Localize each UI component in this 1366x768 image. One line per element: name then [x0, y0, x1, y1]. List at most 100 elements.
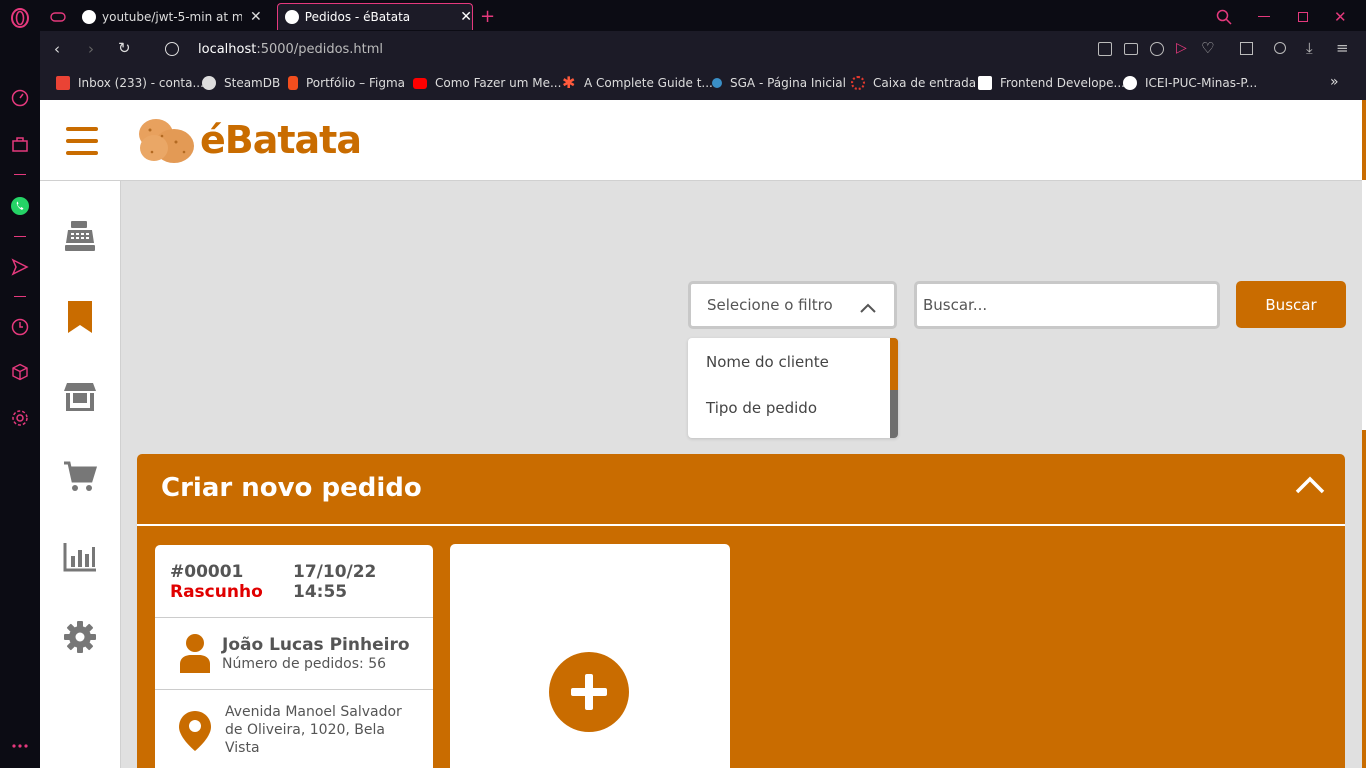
forward-icon[interactable]: ›: [88, 40, 94, 58]
bookmark-sga[interactable]: SGA - Página Inicial: [712, 76, 846, 90]
more-bookmarks-button[interactable]: »: [1330, 74, 1339, 90]
sidebar-divider: [14, 296, 26, 297]
bookmark-frontend[interactable]: Frontend Develope...: [978, 76, 1125, 90]
youtube-icon: [413, 77, 427, 89]
bookmark-label: SteamDB: [224, 76, 281, 90]
tab-title: youtube/jwt-5-min at mast: [102, 9, 242, 24]
filter-select[interactable]: Selecione o filtro: [688, 281, 897, 329]
filter-select-label: Selecione o filtro: [707, 296, 833, 314]
search-input[interactable]: [914, 281, 1220, 329]
cube-icon[interactable]: [1240, 42, 1253, 55]
potato-logo-icon: [136, 114, 196, 170]
bookmark-gmail[interactable]: Inbox (233) - conta...: [56, 76, 204, 90]
address-bar: ‹ › ↻ localhost:5000/pedidos.html ▷ ♡ ⤓ …: [40, 31, 1366, 69]
close-icon[interactable]: ✕: [460, 9, 472, 25]
mail-ring-icon: [851, 76, 865, 90]
bookmark-github[interactable]: ICEI-PUC-Minas-P...: [1123, 76, 1257, 90]
sidebar-divider: [14, 236, 26, 237]
tab-pedidos[interactable]: Pedidos - éBatata ✕: [277, 3, 473, 30]
order-date: 17/10/22: [293, 562, 377, 582]
panel-title: Criar novo pedido: [161, 473, 422, 503]
tab-title: Pedidos - éBatata: [304, 10, 411, 24]
dropdown-scroll-thumb[interactable]: [890, 338, 898, 390]
gear-icon[interactable]: [62, 619, 98, 655]
gmail-icon: [56, 76, 70, 90]
steamdb-icon: [202, 76, 216, 90]
bookmark-label: Portfólio – Figma: [306, 76, 406, 90]
back-icon[interactable]: ‹: [54, 40, 60, 58]
bookmark-icon[interactable]: [62, 299, 98, 335]
github-icon: [82, 9, 96, 24]
send-icon[interactable]: [10, 257, 30, 277]
customer-address: Avenida Manoel Salvador de Oliveira, 102…: [225, 704, 402, 756]
chevron-up-icon[interactable]: [1295, 476, 1325, 498]
bookmark-youtube[interactable]: Como Fazer um Me...: [413, 76, 561, 90]
close-window-button[interactable]: ✕: [1334, 3, 1350, 30]
store-icon[interactable]: [62, 379, 98, 415]
add-order-button[interactable]: [549, 652, 629, 732]
cart-icon[interactable]: [62, 459, 98, 495]
cube-icon[interactable]: [10, 362, 30, 382]
bookmark-figma[interactable]: Portfólio – Figma: [288, 76, 405, 90]
gamepad-icon[interactable]: [50, 3, 70, 30]
share-icon[interactable]: [1098, 42, 1112, 56]
bookmark-label: ICEI-PUC-Minas-P...: [1145, 76, 1258, 90]
opera-logo-icon[interactable]: [10, 8, 30, 28]
card-divider: [155, 689, 433, 690]
restore-button[interactable]: [1298, 3, 1314, 30]
order-time: 14:55: [293, 582, 348, 602]
page-scroll-thumb[interactable]: [1362, 430, 1366, 768]
tab-github[interactable]: youtube/jwt-5-min at mast ✕: [82, 3, 272, 30]
user-icon: [179, 633, 211, 677]
url-field[interactable]: localhost:5000/pedidos.html: [198, 42, 383, 57]
order-card[interactable]: #00001 Rascunho 17/10/22 14:55 João Luca…: [155, 545, 433, 768]
filter-option-customer-name[interactable]: Nome do cliente: [706, 353, 829, 371]
bookmark-guide[interactable]: ✱ A Complete Guide t...: [562, 75, 713, 91]
easy-setup-icon[interactable]: ≡: [1336, 39, 1349, 57]
sidebar-divider: [14, 174, 26, 175]
bookmark-label: SGA - Página Inicial: [730, 76, 846, 90]
download-icon[interactable]: ⤓: [1306, 39, 1313, 57]
add-order-card[interactable]: [450, 544, 730, 768]
bookmark-steamdb[interactable]: SteamDB: [202, 76, 280, 90]
cash-register-icon[interactable]: [62, 218, 98, 254]
panel-header[interactable]: Criar novo pedido: [137, 454, 1345, 526]
order-id: #00001: [170, 562, 244, 582]
chart-icon[interactable]: [62, 539, 98, 575]
adblock-icon[interactable]: [1150, 42, 1164, 56]
profile-icon[interactable]: [1274, 42, 1286, 54]
app-logo-text[interactable]: éBatata: [200, 118, 362, 162]
order-status: Rascunho: [170, 582, 263, 602]
url-path: :5000/pedidos.html: [256, 42, 384, 57]
app-header: éBatata: [40, 100, 1362, 181]
history-icon[interactable]: [10, 317, 30, 337]
search-button[interactable]: Buscar: [1236, 281, 1346, 328]
main-content: Selecione o filtro Buscar Nome do client…: [121, 181, 1362, 768]
settings-icon[interactable]: [10, 408, 30, 428]
camera-icon[interactable]: [1124, 43, 1138, 55]
reload-icon[interactable]: ↻: [118, 39, 131, 57]
filter-option-order-type[interactable]: Tipo de pedido: [706, 399, 817, 417]
send-icon[interactable]: ▷: [1176, 40, 1187, 56]
menu-icon[interactable]: [66, 127, 98, 155]
bookmark-inbox[interactable]: Caixa de entrada: [851, 76, 976, 90]
location-pin-icon: [178, 710, 212, 756]
search-tabs-icon[interactable]: [1216, 3, 1236, 30]
figma-icon: [288, 76, 298, 90]
shopping-bag-icon[interactable]: [10, 134, 30, 154]
close-icon[interactable]: ✕: [250, 9, 262, 25]
bookmark-label: Caixa de entrada: [873, 76, 977, 90]
new-tab-button[interactable]: +: [480, 3, 500, 30]
heart-icon[interactable]: ♡: [1201, 39, 1214, 57]
browser-window: youtube/jwt-5-min at mast ✕ Pedidos - éB…: [0, 0, 1366, 768]
sga-icon: [712, 78, 722, 88]
tab-bar: youtube/jwt-5-min at mast ✕ Pedidos - éB…: [40, 0, 1366, 31]
bookmark-label: A Complete Guide t...: [584, 76, 713, 90]
filter-dropdown: Nome do cliente Tipo de pedido: [688, 338, 898, 438]
whatsapp-icon[interactable]: [10, 196, 30, 216]
minimize-button[interactable]: [1258, 3, 1274, 30]
bookmark-label: Frontend Develope...: [1000, 76, 1125, 90]
speed-dial-icon[interactable]: [10, 88, 30, 108]
more-icon[interactable]: [10, 736, 30, 756]
site-info-icon[interactable]: [165, 42, 179, 56]
